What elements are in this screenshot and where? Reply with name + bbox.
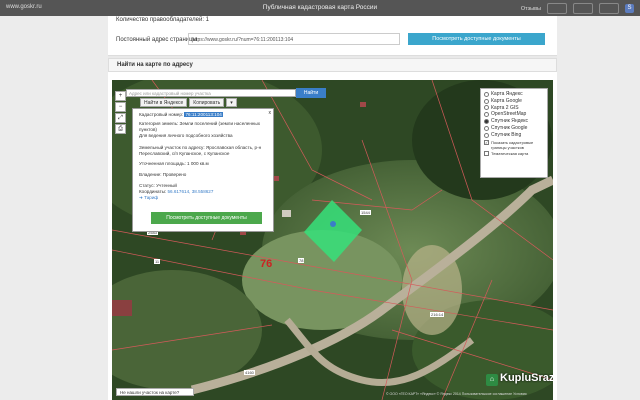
coords-label: Координаты:: [139, 189, 167, 194]
layer-label: Карта Яндекс: [491, 91, 523, 97]
print-icon[interactable]: ⎙: [115, 124, 126, 134]
parcel-label: 11: [154, 259, 161, 264]
not-found-link[interactable]: Не нашли участок на карте?: [116, 388, 194, 396]
area-text: Уточненная площадь: 1 000 кв.м: [139, 161, 209, 166]
parcel-label: 1544: [360, 210, 371, 215]
layer-switcher: Карта Яндекс Карта Google Карта 2 GIS Op…: [480, 88, 548, 178]
radio-icon: [484, 125, 489, 131]
owner-text: Владение: Проверено: [139, 172, 187, 177]
tariff-link-text: Тариф: [144, 195, 159, 200]
layer-option[interactable]: Карта 2 GIS: [484, 105, 544, 112]
radio-selected-icon: [484, 119, 489, 125]
layer-option[interactable]: Спутник Bing: [484, 132, 544, 139]
layer-option[interactable]: Карта Яндекс: [484, 91, 544, 98]
layer-label: Спутник Google: [491, 124, 528, 131]
check-label: Показать кадастровые границы участков: [491, 139, 534, 150]
district-number-label: 76: [260, 258, 273, 270]
map-container: 76 11 2583 1544 4160 216:14 78 Адрес или…: [108, 72, 557, 400]
radio-icon: [484, 132, 489, 138]
usage-text: Для ведения личного подсобного хозяйства: [139, 133, 233, 138]
layer-label: Карта Google: [491, 97, 522, 104]
watermark: ⌂ KupluSrazu.ru: [486, 370, 553, 392]
toolbar-icon-button[interactable]: [599, 3, 619, 14]
coords-value[interactable]: 56.617614, 38.558627: [167, 189, 213, 194]
satellite-map[interactable]: 76 11 2583 1544 4160 216:14 78 Адрес или…: [112, 80, 553, 400]
chevron-down-icon[interactable]: ▾: [226, 98, 237, 107]
zoom-in-button[interactable]: +: [115, 91, 126, 101]
layer-option[interactable]: Карта Google: [484, 98, 544, 105]
parcel-info-popup: x Кадастровый номер: 76:11:200113:104 Ка…: [132, 108, 274, 232]
checkbox-checked-icon: ✓: [484, 139, 489, 145]
check-label: Тематическая карта: [491, 150, 529, 156]
address-search-input[interactable]: Адрес или кадастровый номер участка: [126, 89, 296, 97]
fullscreen-icon[interactable]: ⤢: [115, 113, 126, 123]
layer-label: Спутник Яндекс: [491, 118, 529, 125]
feedback-button[interactable]: Отзывы: [521, 6, 541, 12]
layer-option[interactable]: Спутник Google: [484, 125, 544, 132]
radio-icon: [484, 105, 489, 111]
layer-option[interactable]: OpenStreetMap: [484, 111, 544, 118]
radio-icon: [484, 91, 489, 97]
layer-check-option[interactable]: Тематическая карта: [484, 150, 544, 156]
permalink-field[interactable]: https://www.goskr.ru/?num=76:11:200113:1…: [188, 33, 400, 45]
copy-button[interactable]: Копировать: [189, 98, 225, 107]
permalink-label: Постоянный адрес страницы: [116, 37, 197, 43]
toolbar-icon-button[interactable]: [547, 3, 567, 14]
right-margin: [557, 16, 640, 400]
close-icon[interactable]: x: [269, 110, 272, 116]
layer-check-option[interactable]: ✓ Показать кадастровые границы участков: [484, 139, 544, 150]
parcel-label: 78: [298, 258, 305, 263]
toolbar-icon-button[interactable]: [573, 3, 593, 14]
radio-icon: [484, 112, 489, 118]
section-title: Найти на карте по адресу: [117, 62, 193, 68]
cad-value: 76:11:200113:104: [184, 112, 223, 117]
find-by-address-header: Найти на карте по адресу: [108, 58, 557, 72]
search-button[interactable]: Найти: [296, 88, 326, 98]
watermark-text: KupluSrazu.ru: [500, 372, 553, 384]
top-bar: www.goskr.ru Публичная кадастровая карта…: [0, 0, 640, 16]
address-text: Земельный участок по адресу: Ярославская…: [139, 145, 262, 156]
skype-icon[interactable]: S: [625, 4, 634, 13]
cart-icon: ⌂: [486, 374, 498, 386]
search-options: Найти в Яндексе Копировать ▾: [140, 98, 237, 107]
category-text: Категория земель: Земли поселений (земли…: [139, 121, 260, 132]
popup-view-documents-button[interactable]: Посмотреть доступные документы: [151, 212, 262, 224]
cad-label: Кадастровый номер:: [139, 112, 184, 117]
parcel-label: 4160: [244, 370, 255, 375]
layer-label: Спутник Bing: [491, 131, 522, 138]
top-bar-actions: Отзывы S: [521, 3, 634, 14]
status-block: Статус: Учтенный Координаты: 56.617614, …: [139, 183, 264, 201]
land-category: Категория земель: Земли поселений (земли…: [139, 121, 264, 139]
cadastral-number: Кадастровый номер: 76:11:200113:104: [139, 112, 223, 118]
map-copyright: © ООО «ГЕО КАРТ» «Яндекс» © Яндекс 2014 …: [386, 392, 527, 396]
owners-count: Количество правообладателей: 1: [116, 17, 209, 23]
view-documents-button[interactable]: Посмотреть доступные документы: [408, 33, 545, 45]
zoom-out-button[interactable]: −: [115, 102, 126, 112]
find-in-yandex-button[interactable]: Найти в Яндексе: [140, 98, 188, 107]
tariff-link[interactable]: ➜ Тариф: [139, 195, 264, 201]
layer-label: Карта 2 GIS: [491, 104, 519, 111]
info-card: Количество правообладателей: 1 Постоянны…: [108, 16, 557, 56]
parcel-label: 216:14: [430, 312, 445, 317]
layer-option[interactable]: Спутник Яндекс: [484, 118, 544, 125]
left-margin: [0, 16, 108, 400]
checkbox-icon: [484, 150, 489, 156]
radio-icon: [484, 98, 489, 104]
layer-label: OpenStreetMap: [491, 111, 527, 118]
